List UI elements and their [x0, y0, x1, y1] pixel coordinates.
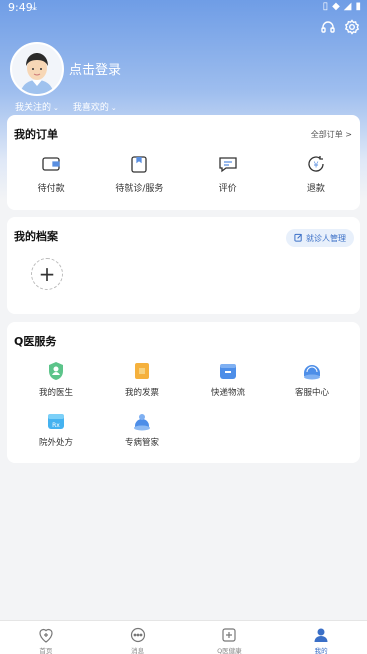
- svg-text:¥: ¥: [313, 161, 318, 170]
- order-item-pending-service[interactable]: 待就诊/服务: [99, 153, 179, 194]
- status-bar: 9:49 ⤓ ▯ ◆ ◢ ▮: [0, 0, 367, 16]
- order-item-label: 退款: [306, 184, 325, 194]
- nav-label: 首页: [39, 647, 53, 654]
- wallet-icon: [40, 153, 62, 175]
- orders-card: 我的订单 全部订单 > 待付款 待就诊/服务 评价 ¥ 退款: [7, 115, 360, 210]
- service-my-invoice[interactable]: 我的发票: [107, 360, 177, 398]
- service-label: 院外处方: [38, 438, 73, 448]
- order-item-pending-payment[interactable]: 待付款: [11, 153, 91, 194]
- service-support[interactable]: 客服中心: [277, 360, 347, 398]
- status-time: 9:49: [8, 1, 33, 14]
- battery-icon: ▮: [355, 1, 361, 12]
- service-label: 快递物流: [210, 388, 245, 398]
- svg-text:Rx: Rx: [52, 422, 60, 429]
- chevron-down-icon: ⌄: [53, 104, 59, 112]
- order-item-label: 待就诊/服务: [115, 184, 164, 194]
- services-card: Q医服务 我的医生 我的发票 快递物流 客服中心 Rx 院外处方 专病管家: [7, 322, 360, 463]
- services-title: Q医服务: [14, 335, 57, 348]
- headset-icon[interactable]: [319, 18, 337, 36]
- nav-item-home[interactable]: 首页: [16, 621, 76, 654]
- download-icon: ⤓: [32, 0, 37, 13]
- wifi-icon: ◆: [332, 1, 340, 12]
- service-label: 专病管家: [124, 438, 159, 448]
- follow-dropdown[interactable]: 我关注的 ⌄: [15, 100, 59, 113]
- nav-item-health[interactable]: Q医健康: [199, 621, 259, 654]
- edit-icon: [294, 233, 303, 244]
- orders-title: 我的订单: [14, 128, 58, 141]
- vibrate-icon: ▯: [322, 1, 329, 12]
- clipboard-icon: [128, 153, 150, 175]
- nav-item-profile[interactable]: 我的: [291, 621, 351, 654]
- home-icon: [37, 626, 55, 644]
- all-orders-link[interactable]: 全部订单 >: [311, 129, 352, 140]
- patient-manage-button[interactable]: 就诊人管理: [286, 229, 354, 247]
- order-item-review[interactable]: 评价: [188, 153, 268, 194]
- prescription-icon: Rx: [45, 410, 67, 432]
- plus-icon: +: [38, 262, 56, 286]
- order-item-refund[interactable]: ¥ 退款: [276, 153, 356, 194]
- support-icon: [301, 360, 323, 382]
- patient-manage-label: 就诊人管理: [306, 233, 346, 243]
- top-actions: [319, 18, 361, 36]
- login-link[interactable]: 点击登录: [69, 59, 121, 78]
- follow-label: 我关注的: [15, 103, 52, 113]
- chevron-down-icon: ⌄: [110, 104, 117, 112]
- like-dropdown[interactable]: 我喜欢的 ⌄: [73, 100, 117, 113]
- invoice-icon: [131, 360, 153, 382]
- like-label: 我喜欢的: [72, 103, 109, 113]
- service-my-doctor[interactable]: 我的医生: [21, 360, 91, 398]
- status-icons: ▯ ◆ ◢ ▮: [323, 1, 361, 13]
- settings-icon[interactable]: [343, 18, 361, 36]
- service-label: 客服中心: [294, 388, 329, 398]
- nav-label: 我的: [314, 647, 328, 654]
- order-item-label: 评价: [218, 184, 237, 194]
- service-prescription[interactable]: Rx 院外处方: [21, 410, 91, 448]
- profile-icon: [312, 626, 330, 644]
- follow-row: 我关注的 ⌄ 我喜欢的 ⌄: [15, 100, 117, 113]
- message-icon: [129, 626, 147, 644]
- signal-icon: ◢: [343, 1, 352, 12]
- service-disease-manager[interactable]: 专病管家: [107, 410, 177, 448]
- service-label: 我的医生: [38, 388, 73, 398]
- express-icon: [217, 360, 239, 382]
- order-item-label: 待付款: [37, 184, 65, 194]
- nav-label: Q医健康: [217, 647, 242, 654]
- records-title: 我的档案: [14, 230, 58, 243]
- service-express[interactable]: 快递物流: [193, 360, 263, 398]
- comment-icon: [217, 153, 239, 175]
- nav-label: 消息: [131, 647, 145, 654]
- manager-icon: [131, 410, 153, 432]
- add-record-button[interactable]: +: [31, 258, 63, 290]
- service-label: 我的发票: [124, 388, 159, 398]
- health-icon: [220, 626, 238, 644]
- nav-item-message[interactable]: 消息: [108, 621, 168, 654]
- avatar[interactable]: [10, 42, 64, 96]
- refund-icon: ¥: [305, 153, 327, 175]
- doctor-icon: [45, 360, 67, 382]
- bottom-nav: 首页 消息 Q医健康 我的: [0, 620, 367, 654]
- records-card: 我的档案 就诊人管理 +: [7, 217, 360, 314]
